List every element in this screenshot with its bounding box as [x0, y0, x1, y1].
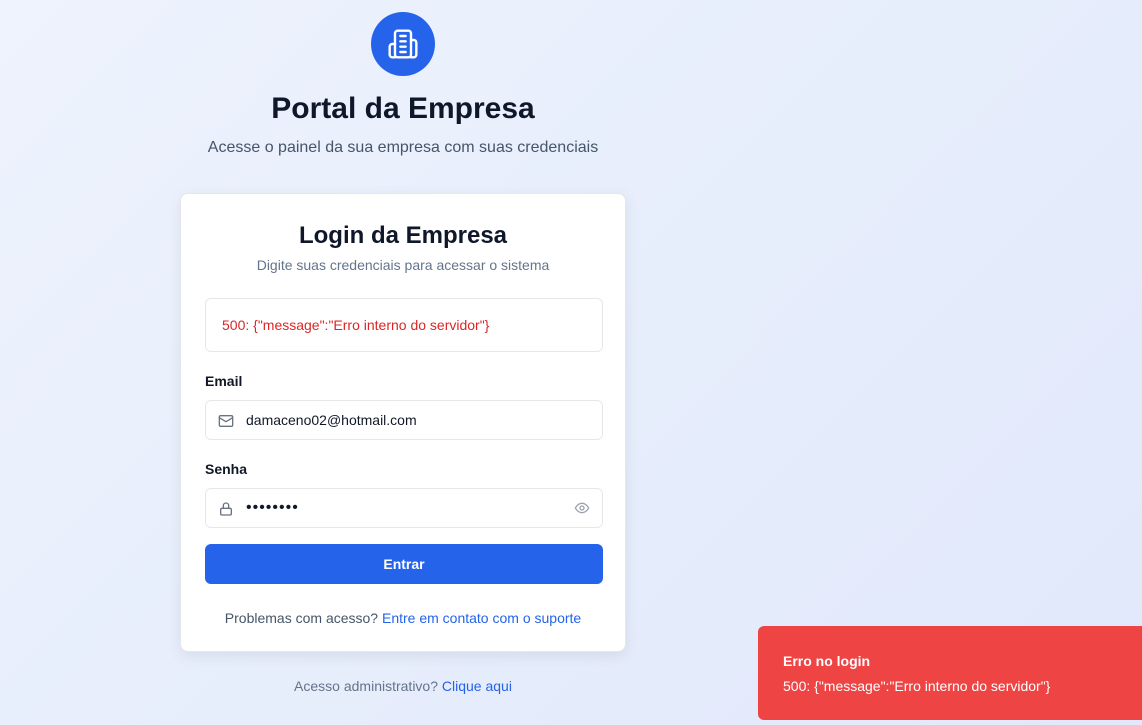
password-input[interactable]: ••••••••: [246, 489, 299, 527]
mail-icon: [218, 413, 234, 429]
password-field-wrapper[interactable]: ••••••••: [205, 488, 603, 528]
email-label: Email: [205, 373, 243, 389]
card-subtitle: Digite suas credenciais para acessar o s…: [256, 257, 550, 273]
admin-access-line: Acesso administrativo? Clique aqui: [0, 678, 806, 694]
support-text: Problemas com acesso?: [224, 610, 379, 626]
login-card: Login da Empresa Digite suas credenciais…: [180, 193, 626, 652]
admin-access-link[interactable]: Clique aqui: [442, 678, 512, 694]
page-subtitle: Acesse o painel da sua empresa com suas …: [207, 139, 599, 156]
lock-icon: [218, 501, 234, 517]
toast-title: Erro no login: [783, 653, 871, 669]
error-alert: 500: {"message":"Erro interno do servido…: [205, 298, 603, 352]
toast-message: 500: {"message":"Erro interno do servido…: [783, 678, 1051, 694]
email-input[interactable]: [246, 401, 566, 439]
support-link[interactable]: Entre em contato com o suporte: [382, 610, 581, 626]
support-line: Problemas com acesso? Entre em contato c…: [181, 610, 625, 626]
error-toast[interactable]: Erro no login 500: {"message":"Erro inte…: [758, 626, 1142, 720]
building-icon: [388, 29, 418, 59]
card-title: Login da Empresa: [298, 222, 508, 249]
page-title: Portal da Empresa: [271, 92, 535, 125]
admin-access-text: Acesso administrativo?: [294, 678, 438, 694]
company-logo: [371, 12, 435, 76]
eye-icon[interactable]: [574, 500, 590, 516]
login-button[interactable]: Entrar: [205, 544, 603, 584]
email-field-wrapper: [205, 400, 603, 440]
password-label: Senha: [205, 461, 248, 477]
